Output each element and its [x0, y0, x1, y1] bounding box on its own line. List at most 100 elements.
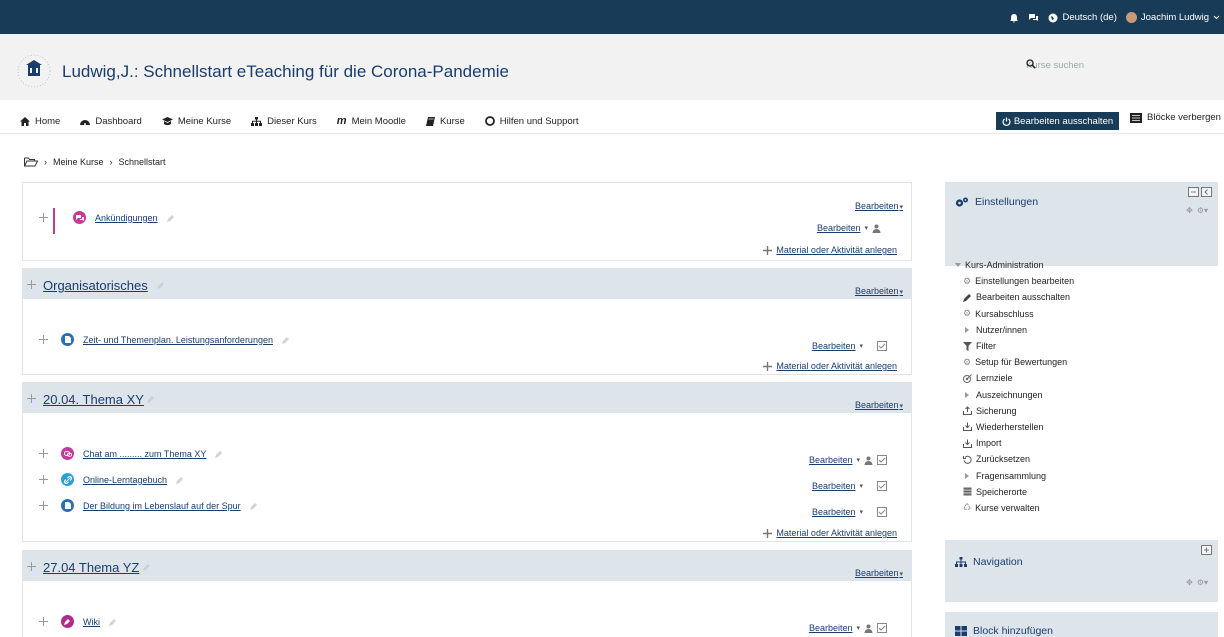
section-edit-menu[interactable]: Bearbeiten▾	[855, 568, 903, 578]
completion-checkbox-icon[interactable]	[877, 481, 887, 491]
section-edit-menu[interactable]: Bearbeiten▾	[855, 201, 903, 211]
add-activity-link[interactable]: Material oder Aktivität anlegen	[763, 245, 897, 255]
move-icon[interactable]	[39, 475, 48, 484]
course-search[interactable]: Kurse suchen	[1022, 56, 1224, 76]
dock-block-icon[interactable]	[1201, 187, 1212, 197]
user-group-icon[interactable]	[864, 456, 873, 465]
gear-icon[interactable]: ⚙▾	[1197, 206, 1208, 215]
collapse-block-icon[interactable]	[1188, 187, 1199, 197]
nav-mein-moodle[interactable]: m Mein Moodle	[337, 115, 406, 127]
activity-link[interactable]: Der Bildung im Lebenslauf auf der Spur	[83, 501, 241, 511]
nav-hilfen[interactable]: Hilfen und Support	[484, 115, 579, 127]
breadcrumb-schnellstart[interactable]: Schnellstart	[119, 157, 166, 167]
pencil-icon[interactable]	[109, 618, 117, 626]
admin-item[interactable]: Nutzer/innen	[955, 322, 1220, 338]
add-activity-link[interactable]: Material oder Aktivität anlegen	[763, 361, 897, 371]
activity-link[interactable]: Zeit- und Themenplan. Leistungsanforderu…	[83, 335, 273, 345]
completion-checkbox-icon[interactable]	[877, 341, 887, 351]
admin-item[interactable]: ⚙ Kursabschluss	[955, 306, 1220, 322]
move-icon[interactable]: ✥	[1186, 206, 1193, 215]
nav-meine-kurse[interactable]: Meine Kurse	[161, 115, 231, 127]
completion-checkbox-icon[interactable]	[877, 623, 887, 633]
nav-dieser-kurs[interactable]: Dieser Kurs	[251, 115, 317, 127]
admin-item[interactable]: Auszeichnungen	[955, 387, 1220, 403]
pencil-icon[interactable]	[143, 563, 151, 571]
edit-mode-button[interactable]: Bearbeiten ausschalten	[996, 112, 1119, 130]
chat-icon[interactable]	[1028, 13, 1039, 23]
section-edit-menu[interactable]: Bearbeiten▾	[855, 400, 903, 410]
move-icon[interactable]	[39, 449, 48, 458]
activity-link[interactable]: Wiki	[83, 617, 100, 627]
bell-icon[interactable]	[1009, 13, 1019, 23]
block-actions[interactable]: ✥ ⚙▾	[1186, 206, 1208, 215]
section-title[interactable]: 27.04 Thema YZ	[43, 560, 139, 575]
nav-dashboard[interactable]: Dashboard	[80, 115, 142, 127]
activity-edit-menu[interactable]: Bearbeiten	[817, 223, 861, 233]
section-title[interactable]: 20.04. Thema XY	[43, 392, 144, 407]
activity-link[interactable]: Ankündigungen	[95, 213, 158, 223]
activity-edit-menu[interactable]: Bearbeiten	[809, 623, 853, 633]
activity-edit-menu[interactable]: Bearbeiten	[812, 507, 856, 517]
admin-root[interactable]: Kurs-Administration	[955, 257, 1220, 273]
move-icon[interactable]	[27, 394, 36, 403]
block-actions[interactable]: ✥ ⚙▾	[1186, 578, 1208, 587]
pencil-icon[interactable]	[249, 502, 258, 510]
move-icon[interactable]	[39, 617, 48, 626]
add-activity-label: Material oder Aktivität anlegen	[776, 245, 897, 255]
move-icon[interactable]	[39, 501, 48, 510]
move-icon[interactable]	[27, 562, 36, 571]
breadcrumb-meine-kurse[interactable]: Meine Kurse	[53, 157, 104, 167]
admin-item[interactable]: Sicherung	[955, 403, 1220, 419]
admin-item[interactable]: Fragensammlung	[955, 467, 1220, 483]
section-edit-menu[interactable]: Bearbeiten▾	[855, 286, 903, 296]
admin-item[interactable]: Lernziele	[955, 370, 1220, 386]
completion-checkbox-icon[interactable]	[877, 455, 887, 465]
section-title[interactable]: Organisatorisches	[43, 278, 148, 293]
activity-link[interactable]: Online-Lerntagebuch	[83, 475, 167, 485]
pencil-icon[interactable]	[281, 336, 290, 344]
hide-blocks-button[interactable]: Blöcke verbergen	[1130, 112, 1221, 123]
admin-item[interactable]: ⚙ Einstellungen bearbeiten	[955, 273, 1220, 289]
admin-item[interactable]: Filter	[955, 338, 1220, 354]
globe-icon	[1048, 13, 1058, 22]
completion-checkbox-icon[interactable]	[877, 507, 887, 517]
admin-item[interactable]: ♺ Kurse verwalten	[955, 500, 1220, 516]
admin-item[interactable]: ⚙ Setup für Bewertungen	[955, 354, 1220, 370]
admin-item-label: Nutzer/innen	[976, 324, 1028, 335]
nav-home[interactable]: Home	[20, 115, 60, 127]
move-icon[interactable]: ✥	[1186, 578, 1193, 587]
add-block-title[interactable]: Block hinzufügen	[955, 625, 1053, 637]
admin-item[interactable]: Bearbeiten ausschalten	[955, 289, 1220, 305]
nav-kurse[interactable]: Kurse	[425, 115, 465, 127]
plus-icon	[763, 528, 773, 538]
move-icon[interactable]	[39, 335, 48, 344]
sitemap-icon	[251, 116, 263, 126]
activity-edit-menu[interactable]: Bearbeiten	[809, 455, 853, 465]
admin-item-label: Auszeichnungen	[976, 389, 1043, 400]
user-group-icon[interactable]	[872, 224, 881, 233]
admin-item[interactable]: Zurücksetzen	[955, 451, 1220, 467]
move-icon[interactable]	[39, 213, 48, 222]
search-icon[interactable]	[1026, 59, 1218, 69]
move-icon[interactable]	[27, 280, 36, 289]
activity-edit-menu[interactable]: Bearbeiten	[812, 341, 856, 351]
pencil-icon[interactable]	[147, 395, 155, 403]
pencil-icon[interactable]	[157, 281, 165, 289]
admin-item[interactable]: Speicherorte	[955, 484, 1220, 500]
activity-link[interactable]: Chat am ......... zum Thema XY	[83, 449, 206, 459]
add-activity-link[interactable]: Material oder Aktivität anlegen	[763, 528, 897, 538]
user-menu[interactable]: Joachim Ludwig	[1125, 12, 1220, 23]
pencil-icon[interactable]	[215, 450, 223, 458]
course-title[interactable]: Ludwig,J.: Schnellstart eTeaching für di…	[62, 62, 509, 82]
activity-edit-menu[interactable]: Bearbeiten	[812, 481, 856, 491]
pencil-icon[interactable]	[166, 214, 175, 222]
expand-block-icon[interactable]	[1201, 545, 1212, 555]
activity-actions: Bearbeiten ▾	[812, 341, 887, 351]
settings-block-header: Einstellungen ✥ ⚙▾	[945, 182, 1218, 266]
admin-item[interactable]: Wiederherstellen	[955, 419, 1220, 435]
admin-item[interactable]: Import	[955, 435, 1220, 451]
gear-icon[interactable]: ⚙▾	[1197, 578, 1208, 587]
pencil-icon[interactable]	[176, 476, 184, 484]
user-group-icon[interactable]	[864, 624, 873, 633]
language-menu[interactable]: Deutsch (de)	[1048, 12, 1117, 23]
